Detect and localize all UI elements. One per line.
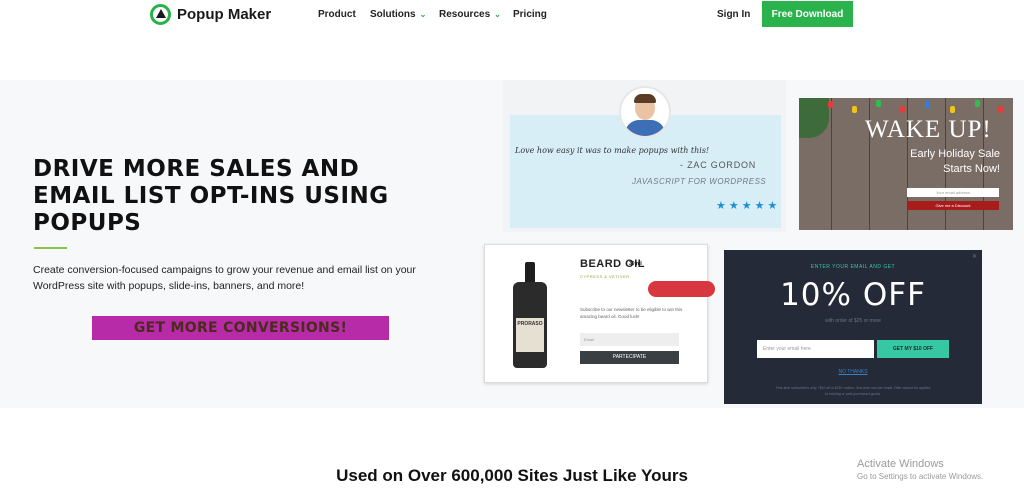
top-nav: Popup Maker Product Solutions ⌄ Resource…: [0, 0, 1024, 30]
avatar: [619, 86, 671, 138]
chevron-down-icon: ⌄: [419, 10, 427, 19]
rating-stars-icon: ★★★★★: [716, 200, 781, 212]
brand-name: Popup Maker: [177, 6, 272, 23]
beard-oil-description: Subscribe to our newsletter to be eligib…: [580, 307, 683, 319]
beard-oil-tagline: CYPRESS & VETIVER: [580, 274, 630, 279]
holiday-light-icon: [998, 106, 1003, 113]
discount-eyebrow: ENTER YOUR EMAIL AND GET: [810, 264, 896, 270]
nav-item-pricing[interactable]: Pricing: [513, 9, 547, 20]
wake-up-title: WAKE UP!: [865, 116, 992, 143]
holiday-light-icon: [925, 101, 930, 108]
nav-label: Pricing: [513, 9, 547, 20]
nav-item-solutions[interactable]: Solutions ⌄: [370, 9, 426, 20]
nav-label: Solutions: [370, 9, 416, 20]
holiday-light-icon: [950, 106, 955, 113]
discount-email-input: Enter your email here: [757, 340, 874, 358]
chevron-down-icon: ⌄: [494, 10, 501, 19]
nav-item-product[interactable]: Product: [318, 9, 356, 20]
activate-windows-title: Activate Windows: [857, 458, 944, 470]
discount-headline: 10% OFF: [780, 277, 926, 313]
close-icon: ✕: [972, 254, 978, 260]
sign-in-link[interactable]: Sign In: [717, 9, 750, 20]
testimonial-quote: Love how easy it was to make popups with…: [515, 146, 710, 155]
beard-oil-size: 30 ml: [629, 261, 642, 267]
wake-up-line1: Early Holiday Sale: [910, 148, 1000, 160]
nav-item-resources[interactable]: Resources ⌄: [439, 9, 501, 20]
testimonial-role: JAVASCRIPT FOR WORDPRESS: [632, 177, 767, 186]
brand-logo[interactable]: Popup Maker: [150, 4, 271, 25]
hero-headline: DRIVE MORE SALES AND EMAIL LIST OPT-INS …: [33, 156, 389, 236]
bottle-cap: [525, 262, 535, 284]
discount-subtext: with order of $25 or more: [825, 318, 881, 324]
holiday-light-icon: [828, 101, 833, 108]
avatar-hair: [634, 94, 656, 103]
discount-popup-example: [724, 250, 982, 404]
hero-subtext: Create conversion-focused campaigns to g…: [33, 264, 416, 292]
accent-divider: [34, 247, 67, 249]
holiday-light-icon: [975, 100, 980, 107]
discount-fine-print: First-time subscribers only. *$10 off in…: [775, 386, 931, 396]
wake-up-line2: Starts Now!: [943, 163, 1000, 175]
avatar-shirt: [625, 120, 665, 136]
testimonial-author: - ZAC GORDON: [680, 160, 757, 170]
beard-email-input: Email: [580, 333, 679, 346]
holiday-light-icon: [900, 106, 905, 113]
get-more-conversions-button[interactable]: GET MORE CONVERSIONS!: [92, 316, 389, 340]
holiday-light-icon: [852, 106, 857, 113]
wood-plank-line: [831, 98, 832, 230]
nav-label: Product: [318, 9, 356, 20]
popup-maker-logo-icon: [150, 4, 171, 25]
wake-up-subtitle: Early Holiday Sale Starts Now!: [890, 147, 1000, 177]
bottle-label: PRORASO: [516, 318, 544, 352]
holiday-light-icon: [876, 100, 881, 107]
wake-discount-button: Give me a Discount: [907, 201, 999, 210]
pine-branch: [799, 98, 829, 138]
free-download-button[interactable]: Free Download: [762, 1, 853, 27]
red-pill-decoration: [648, 281, 715, 297]
activate-windows-subtitle: Go to Settings to activate Windows.: [857, 472, 984, 481]
nav-label: Resources: [439, 9, 491, 20]
discount-decline-link: NO THANKS: [838, 369, 868, 375]
discount-submit-button: GET MY $10 OFF: [877, 340, 949, 358]
beard-participate-button: PARTECIPATE: [580, 351, 679, 364]
wake-email-input: Your email address: [907, 188, 999, 197]
